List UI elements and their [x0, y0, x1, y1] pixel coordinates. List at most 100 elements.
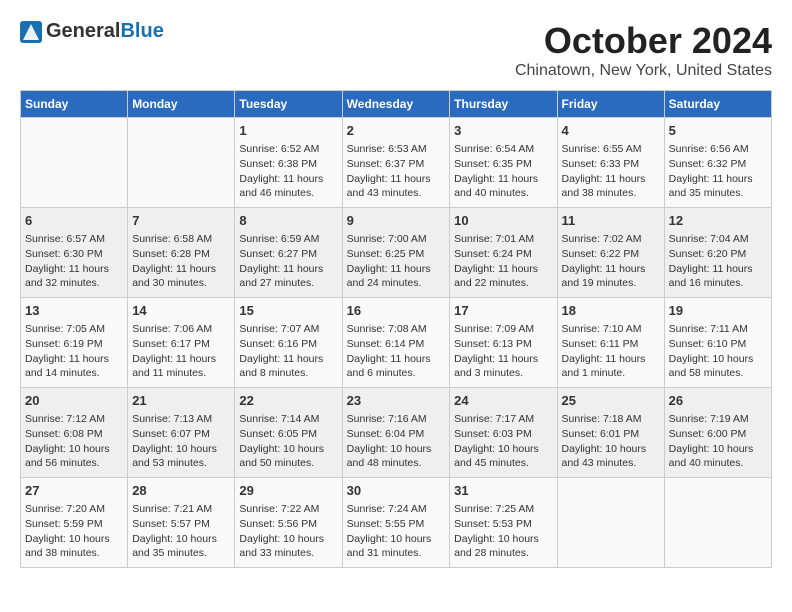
day-info: Sunset: 6:38 PM: [239, 157, 337, 172]
day-number: 30: [347, 482, 446, 500]
calendar-cell: 30Sunrise: 7:24 AMSunset: 5:55 PMDayligh…: [342, 478, 450, 568]
day-info: Daylight: 11 hours and 6 minutes.: [347, 352, 446, 381]
day-info: Sunset: 5:57 PM: [132, 517, 230, 532]
day-info: Sunrise: 7:19 AM: [669, 412, 767, 427]
day-info: Sunset: 6:04 PM: [347, 427, 446, 442]
day-info: Daylight: 10 hours and 58 minutes.: [669, 352, 767, 381]
day-info: Sunset: 6:22 PM: [562, 247, 660, 262]
day-info: Sunset: 6:20 PM: [669, 247, 767, 262]
day-info: Sunrise: 7:02 AM: [562, 232, 660, 247]
day-info: Sunset: 6:00 PM: [669, 427, 767, 442]
calendar-table: SundayMondayTuesdayWednesdayThursdayFrid…: [20, 90, 772, 568]
day-info: Sunset: 6:28 PM: [132, 247, 230, 262]
day-number: 25: [562, 392, 660, 410]
day-info: Daylight: 11 hours and 8 minutes.: [239, 352, 337, 381]
day-info: Sunset: 6:24 PM: [454, 247, 552, 262]
day-info: Daylight: 10 hours and 35 minutes.: [132, 532, 230, 561]
day-number: 31: [454, 482, 552, 500]
calendar-cell: 17Sunrise: 7:09 AMSunset: 6:13 PMDayligh…: [450, 298, 557, 388]
calendar-cell: 7Sunrise: 6:58 AMSunset: 6:28 PMDaylight…: [128, 208, 235, 298]
day-number: 15: [239, 302, 337, 320]
calendar-cell: 15 Sunrise: 7:07 AMSunset: 6:16 PMDayligh…: [235, 298, 342, 388]
day-number: 9: [347, 212, 446, 230]
day-info: Sunrise: 7:13 AM: [132, 412, 230, 427]
logo-general-text: General: [46, 20, 120, 43]
day-number: 24: [454, 392, 552, 410]
day-number: 20: [25, 392, 123, 410]
day-info: Sunset: 6:32 PM: [669, 157, 767, 172]
day-info: Sunrise: 6:55 AM: [562, 142, 660, 157]
calendar-cell: 29Sunrise: 7:22 AMSunset: 5:56 PMDayligh…: [235, 478, 342, 568]
day-number: 18: [562, 302, 660, 320]
calendar-cell: 24Sunrise: 7:17 AMSunset: 6:03 PMDayligh…: [450, 388, 557, 478]
day-info: Daylight: 11 hours and 24 minutes.: [347, 262, 446, 291]
day-info: Daylight: 11 hours and 40 minutes.: [454, 172, 552, 201]
calendar-week-3: 13Sunrise: 7:05 AMSunset: 6:19 PMDayligh…: [21, 298, 772, 388]
day-info: Sunset: 6:27 PM: [239, 247, 337, 262]
logo-blue-text: Blue: [120, 20, 163, 43]
calendar-cell: 12 Sunrise: 7:04 AMSunset: 6:20 PMDayligh…: [664, 208, 771, 298]
calendar-cell: [21, 118, 128, 208]
location-title: Chinatown, New York, United States: [515, 62, 772, 80]
day-number: 29: [239, 482, 337, 500]
day-info: Daylight: 10 hours and 40 minutes.: [669, 442, 767, 471]
calendar-body: 1Sunrise: 6:52 AMSunset: 6:38 PMDaylight…: [21, 118, 772, 568]
day-info: Daylight: 10 hours and 31 minutes.: [347, 532, 446, 561]
calendar-cell: 16Sunrise: 7:08 AMSunset: 6:14 PMDayligh…: [342, 298, 450, 388]
day-info: Daylight: 11 hours and 16 minutes.: [669, 262, 767, 291]
calendar-cell: 14Sunrise: 7:06 AMSunset: 6:17 PMDayligh…: [128, 298, 235, 388]
day-info: Daylight: 10 hours and 50 minutes.: [239, 442, 337, 471]
logo-icon: [20, 21, 42, 43]
day-info: Sunset: 6:08 PM: [25, 427, 123, 442]
calendar-cell: 20Sunrise: 7:12 AMSunset: 6:08 PMDayligh…: [21, 388, 128, 478]
day-info: Sunset: 6:01 PM: [562, 427, 660, 442]
day-info: Sunrise: 7:25 AM: [454, 502, 552, 517]
day-info: Daylight: 11 hours and 35 minutes.: [669, 172, 767, 201]
day-number: 19: [669, 302, 767, 320]
day-info: Sunrise: 7:07 AM: [239, 322, 337, 337]
day-number: 22: [239, 392, 337, 410]
day-info: Daylight: 10 hours and 56 minutes.: [25, 442, 123, 471]
day-number: 3: [454, 122, 552, 140]
day-info: Sunrise: 7:21 AM: [132, 502, 230, 517]
day-info: Sunrise: 6:54 AM: [454, 142, 552, 157]
page-header: General Blue October 2024 Chinatown, New…: [20, 20, 772, 80]
calendar-cell: [128, 118, 235, 208]
day-info: Sunrise: 7:04 AM: [669, 232, 767, 247]
day-info: Sunrise: 7:00 AM: [347, 232, 446, 247]
day-number: 16: [347, 302, 446, 320]
day-info: Sunset: 6:16 PM: [239, 337, 337, 352]
day-header-friday: Friday: [557, 91, 664, 118]
day-number: 14: [132, 302, 230, 320]
day-number: 23: [347, 392, 446, 410]
day-number: 27: [25, 482, 123, 500]
day-info: Sunrise: 6:58 AM: [132, 232, 230, 247]
day-info: Sunset: 6:07 PM: [132, 427, 230, 442]
day-info: Daylight: 10 hours and 53 minutes.: [132, 442, 230, 471]
day-info: Sunset: 6:14 PM: [347, 337, 446, 352]
day-header-monday: Monday: [128, 91, 235, 118]
day-info: Sunrise: 6:59 AM: [239, 232, 337, 247]
day-info: Daylight: 10 hours and 28 minutes.: [454, 532, 552, 561]
day-info: Sunset: 6:35 PM: [454, 157, 552, 172]
calendar-cell: 6Sunrise: 6:57 AMSunset: 6:30 PMDaylight…: [21, 208, 128, 298]
calendar-cell: 8Sunrise: 6:59 AMSunset: 6:27 PMDaylight…: [235, 208, 342, 298]
day-number: 12: [669, 212, 767, 230]
day-info: Sunset: 6:05 PM: [239, 427, 337, 442]
calendar-cell: 2Sunrise: 6:53 AMSunset: 6:37 PMDaylight…: [342, 118, 450, 208]
day-info: Sunset: 6:17 PM: [132, 337, 230, 352]
day-number: 13: [25, 302, 123, 320]
calendar-cell: 23Sunrise: 7:16 AMSunset: 6:04 PMDayligh…: [342, 388, 450, 478]
month-title: October 2024: [515, 20, 772, 62]
day-header-wednesday: Wednesday: [342, 91, 450, 118]
calendar-week-4: 20Sunrise: 7:12 AMSunset: 6:08 PMDayligh…: [21, 388, 772, 478]
calendar-cell: 3 Sunrise: 6:54 AMSunset: 6:35 PMDaylight…: [450, 118, 557, 208]
day-info: Daylight: 10 hours and 33 minutes.: [239, 532, 337, 561]
day-info: Daylight: 11 hours and 43 minutes.: [347, 172, 446, 201]
day-info: Sunrise: 7:05 AM: [25, 322, 123, 337]
day-info: Sunrise: 7:20 AM: [25, 502, 123, 517]
calendar-cell: 28Sunrise: 7:21 AMSunset: 5:57 PMDayligh…: [128, 478, 235, 568]
day-info: Sunset: 6:03 PM: [454, 427, 552, 442]
calendar-cell: 4Sunrise: 6:55 AMSunset: 6:33 PMDaylight…: [557, 118, 664, 208]
calendar-cell: [664, 478, 771, 568]
